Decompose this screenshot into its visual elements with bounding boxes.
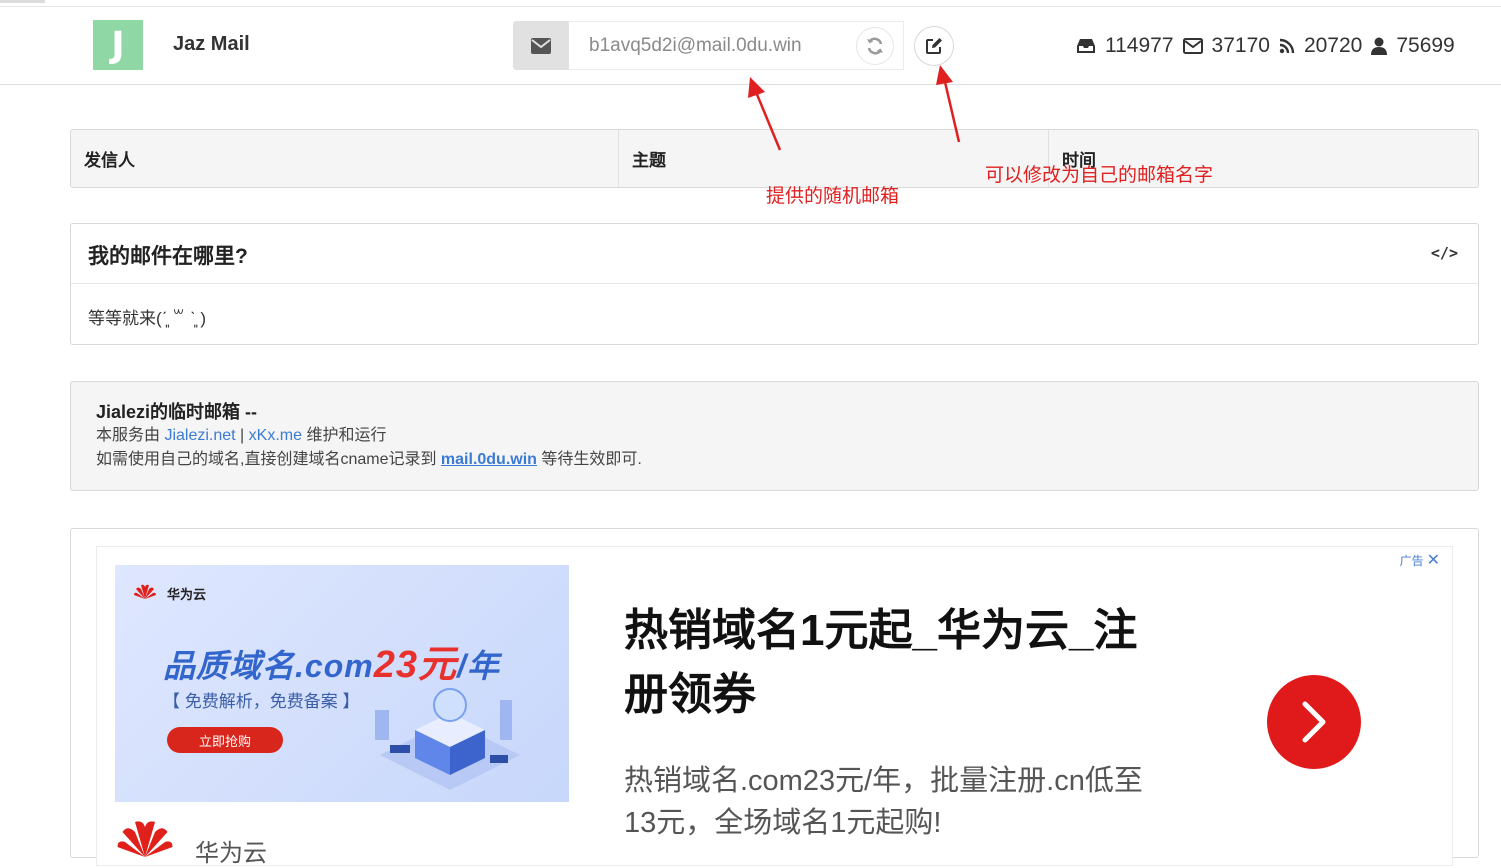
ad-image-brand-name: 华为云 [167,586,207,602]
link-jialezi[interactable]: Jialezi.net [164,427,235,444]
where-panel-title: 我的邮件在哪里? [88,245,248,268]
annotation-edit-mail: 可以修改为自己的邮箱名字 [985,165,1214,186]
link-xkx[interactable]: xKx.me [249,427,302,444]
server-illustration [375,688,520,790]
huawei-logo-icon [134,584,156,599]
refresh-icon [867,37,883,55]
huawei-logo-icon [117,820,173,857]
ad-title[interactable]: 热销域名1元起_华为云_注册领券 [624,599,1144,727]
link-separator: | [235,427,249,444]
ad-brand-name: 华为云 [195,840,267,867]
ad-image-brand: 华为云 [133,583,206,603]
service-line-cname: 如需使用自己的域名,直接创建域名cname记录到 mail.0du.win 等待… [96,448,1453,472]
maintainer-suffix: 维护和运行 [302,427,387,444]
logo[interactable]: J [93,20,143,70]
ad-go-button[interactable] [1267,675,1361,769]
ad-description[interactable]: 热销域名.com23元/年，批量注册.cn低至13元，全场域名1元起购! [624,760,1164,844]
cname-prefix: 如需使用自己的域名,直接创建域名cname记录到 [96,451,441,468]
cname-suffix: 等待生效即可. [536,451,642,468]
ad-panel: 广告 ✕ 华为云 品质域名.com23元/年 【 免费解析，免费备案 】 立即抢购 [70,528,1479,867]
ad-image-subtitle: 【 免费解析，免费备案 】 [163,692,360,711]
maintainer-prefix: 本服务由 [96,427,165,444]
ad-image[interactable]: 华为云 品质域名.com23元/年 【 免费解析，免费备案 】 立即抢购 [115,565,569,802]
email-address-group: b1avq5d2i@mail.0du.win [513,21,904,70]
logo-letter: J [111,24,125,66]
stat-mail-count: 37170 [1211,34,1270,57]
rss-icon [1279,38,1295,54]
where-panel-body: 等等就来(ˊ͈ ꒳ ˋ͈ ) [88,309,207,328]
inbox-table-header: 发信人 主题 时间 [70,129,1479,188]
ad-brand: 华为云 [115,815,267,868]
stats-bar: 114977 37170 20720 75699 [1076,34,1464,58]
envelope-icon [513,21,569,70]
ad-tag-text: 广告 [1399,553,1424,568]
stat-inbox-count: 114977 [1105,34,1174,57]
link-mail-domain[interactable]: mail.0du.win [441,451,537,468]
ad-banner[interactable]: 广告 ✕ 华为云 品质域名.com23元/年 【 免费解析，免费备案 】 立即抢购 [96,546,1453,868]
code-icon[interactable]: </> [1431,244,1458,262]
close-icon[interactable]: ✕ [1427,550,1440,570]
email-address-input[interactable]: b1avq5d2i@mail.0du.win [569,21,904,70]
ad-label[interactable]: 广告 ✕ [1400,550,1440,570]
stat-user-count: 75699 [1396,34,1455,57]
navbar: J Jaz Mail b1avq5d2i@mail.0du.win 114977… [0,7,1501,85]
envelope-outline-icon [1182,38,1203,54]
inbox-icon [1076,38,1096,54]
edit-icon [926,38,942,54]
brand-name[interactable]: Jaz Mail [173,33,250,56]
where-is-my-mail-panel: 我的邮件在哪里? </> 等等就来(ˊ͈ ꒳ ˋ͈ ) [70,223,1479,345]
service-title: Jialezi的临时邮箱 -- [96,402,258,422]
column-sender[interactable]: 发信人 [71,130,619,187]
chevron-right-icon [1302,701,1326,743]
tab-indicator [0,0,45,3]
where-panel-header: 我的邮件在哪里? </> [71,224,1478,284]
stat-rss-count: 20720 [1303,34,1363,57]
annotation-random-mail: 提供的随机邮箱 [766,186,900,207]
browser-top-strip [0,0,1501,7]
edit-email-button[interactable] [914,26,954,66]
refresh-button[interactable] [856,27,894,65]
user-icon [1371,37,1388,55]
ad-buy-button[interactable]: 立即抢购 [167,727,283,753]
service-info-panel: Jialezi的临时邮箱 -- 本服务由 Jialezi.net | xKx.m… [70,381,1479,491]
service-line-maintainer: 本服务由 Jialezi.net | xKx.me 维护和运行 [96,424,1453,448]
slogan-blue: 品质域名.com [163,648,374,684]
